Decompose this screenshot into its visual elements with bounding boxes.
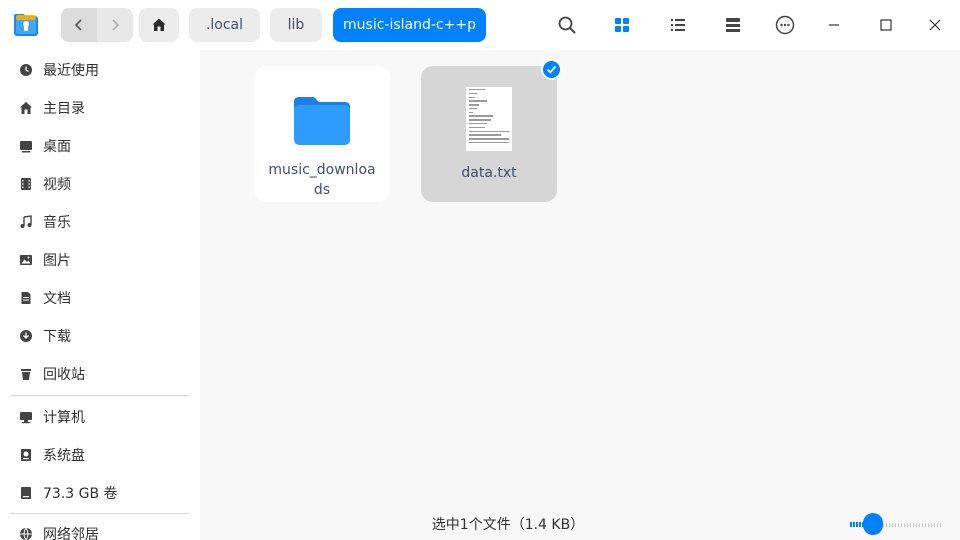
navigation-group (61, 8, 133, 42)
forward-button[interactable] (97, 8, 133, 42)
home-icon (18, 100, 34, 116)
sidebar-item-videos[interactable]: 视频 (10, 166, 190, 202)
sidebar-item-music[interactable]: 音乐 (10, 204, 190, 240)
sidebar-item-label: 系统盘 (43, 448, 85, 464)
back-button[interactable] (61, 8, 97, 42)
file-view: music_downloads data.txt 选中1个文件（1.4 KB） (200, 50, 960, 540)
maximize-icon (880, 19, 892, 31)
tree-view-icon (726, 18, 740, 32)
sidebar-item-network[interactable]: 网络邻居 (10, 516, 190, 540)
sidebar-item-system-disk[interactable]: 系统盘 (10, 437, 190, 473)
sidebar-item-label: 视频 (43, 177, 71, 193)
sidebar-divider (10, 395, 189, 396)
sidebar-item-documents[interactable]: 文档 (10, 280, 190, 316)
sidebar-item-label: 回收站 (43, 367, 85, 383)
sidebar: 最近使用 主目录 桌面 视频 音乐 图片 文档 下载 回收站 计算机 系统盘 7… (0, 50, 200, 540)
home-icon (152, 18, 166, 31)
home-button[interactable] (139, 8, 179, 42)
more-icon (775, 15, 795, 35)
minimize-button[interactable] (820, 11, 848, 39)
sidebar-item-label: 主目录 (43, 101, 85, 117)
volume-icon (18, 485, 34, 501)
sidebar-item-computer[interactable]: 计算机 (10, 399, 190, 435)
sidebar-item-downloads[interactable]: 下载 (10, 318, 190, 354)
desktop-icon (18, 138, 34, 154)
minimize-icon (829, 24, 839, 26)
sidebar-divider (10, 513, 189, 514)
sidebar-item-label: 最近使用 (43, 63, 99, 79)
clock-icon (18, 62, 34, 78)
download-icon (18, 328, 34, 344)
zoom-slider-handle[interactable] (863, 513, 883, 535)
network-icon (18, 526, 34, 540)
picture-icon (18, 252, 34, 268)
sidebar-item-desktop[interactable]: 桌面 (10, 128, 190, 164)
tree-view-button[interactable] (719, 11, 747, 39)
list-view-button[interactable] (664, 11, 692, 39)
sidebar-item-label: 桌面 (43, 139, 71, 155)
maximize-button[interactable] (872, 11, 900, 39)
sidebar-item-pictures[interactable]: 图片 (10, 242, 190, 278)
system-disk-icon (18, 447, 34, 463)
sidebar-item-label: 图片 (43, 253, 71, 269)
icon-view-button[interactable] (608, 11, 636, 39)
status-text: 选中1个文件（1.4 KB） (431, 517, 585, 533)
sidebar-item-home[interactable]: 主目录 (10, 90, 190, 126)
file-item-text[interactable]: data.txt (421, 59, 562, 202)
folder-icon (294, 97, 350, 145)
sidebar-item-trash[interactable]: 回收站 (10, 356, 190, 392)
close-icon (929, 19, 941, 31)
selected-check-icon (541, 59, 562, 80)
file-item-folder[interactable]: music_downloads (254, 66, 390, 202)
search-icon (558, 16, 576, 34)
breadcrumb-current[interactable]: music-island-c++p (333, 8, 486, 42)
forward-icon (112, 19, 120, 31)
sidebar-item-label: 计算机 (43, 410, 85, 426)
title-bar: .local lib music-island-c++p (0, 0, 960, 50)
file-name: music_downloads (268, 162, 376, 198)
breadcrumb-local[interactable]: .local (189, 8, 260, 42)
icon-view-icon (615, 18, 629, 32)
more-button[interactable] (771, 11, 799, 39)
computer-icon (18, 409, 34, 425)
document-icon (18, 290, 34, 306)
close-button[interactable] (921, 11, 949, 39)
sidebar-item-volume[interactable]: 73.3 GB 卷 (10, 475, 190, 511)
breadcrumb-lib[interactable]: lib (270, 8, 322, 42)
sidebar-item-label: 网络邻居 (43, 527, 99, 540)
video-icon (18, 176, 34, 192)
music-icon (18, 214, 34, 230)
sidebar-item-recent[interactable]: 最近使用 (10, 52, 190, 88)
file-name: data.txt (461, 165, 517, 181)
text-file-thumbnail (466, 87, 512, 151)
search-button[interactable] (553, 11, 581, 39)
app-logo-icon (11, 10, 41, 40)
trash-icon (18, 366, 34, 382)
sidebar-item-label: 文档 (43, 291, 71, 307)
sidebar-item-label: 下载 (43, 329, 71, 345)
back-icon (74, 19, 82, 31)
list-view-icon (671, 19, 685, 31)
sidebar-item-label: 音乐 (43, 215, 71, 231)
sidebar-item-label: 73.3 GB 卷 (43, 486, 118, 502)
